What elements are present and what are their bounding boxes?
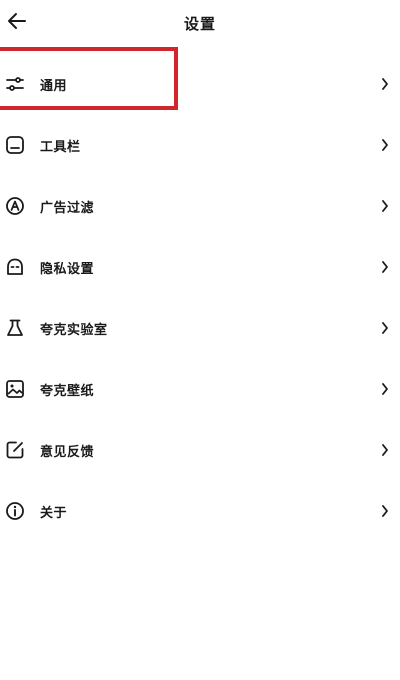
header: 设置 [0, 0, 400, 46]
settings-menu: 通用 工具栏 广告过滤 隐私设置 夸克实验室 夸克壁纸 意见反馈 关于 [0, 54, 400, 542]
menu-item-label: 夸克壁纸 [40, 384, 95, 399]
menu-item-label: 通用 [40, 79, 68, 94]
privacy-mask-icon [4, 256, 26, 278]
menu-item-ad-filter[interactable]: 广告过滤 [0, 176, 400, 237]
chevron-right-icon [380, 381, 390, 397]
chevron-right-icon [380, 198, 390, 214]
menu-item-lab[interactable]: 夸克实验室 [0, 298, 400, 359]
menu-item-wallpaper[interactable]: 夸克壁纸 [0, 359, 400, 420]
chevron-right-icon [380, 442, 390, 458]
chevron-right-icon [380, 503, 390, 519]
menu-item-label: 意见反馈 [40, 445, 95, 460]
menu-item-general[interactable]: 通用 [0, 54, 400, 115]
ad-filter-icon [4, 195, 26, 217]
menu-item-toolbar[interactable]: 工具栏 [0, 115, 400, 176]
toolbar-icon [4, 134, 26, 156]
chevron-right-icon [380, 259, 390, 275]
menu-item-label: 关于 [40, 506, 68, 521]
menu-item-privacy[interactable]: 隐私设置 [0, 237, 400, 298]
menu-item-about[interactable]: 关于 [0, 481, 400, 542]
chevron-right-icon [380, 320, 390, 336]
menu-item-label: 工具栏 [40, 140, 81, 155]
page-title: 设置 [183, 15, 216, 33]
info-icon [4, 500, 26, 522]
menu-item-label: 广告过滤 [40, 201, 95, 216]
chevron-right-icon [380, 76, 390, 92]
wallpaper-image-icon [4, 378, 26, 400]
edit-feedback-icon [4, 439, 26, 461]
menu-item-label: 夸克实验室 [40, 323, 108, 338]
menu-item-feedback[interactable]: 意见反馈 [0, 420, 400, 481]
sliders-icon [4, 73, 26, 95]
settings-page: 设置 通用 工具栏 广告过滤 隐私设置 夸克实验室 夸克壁纸 意见反馈 关于 [0, 0, 400, 680]
menu-item-label: 隐私设置 [40, 262, 95, 277]
flask-icon [4, 317, 26, 339]
chevron-right-icon [380, 137, 390, 153]
